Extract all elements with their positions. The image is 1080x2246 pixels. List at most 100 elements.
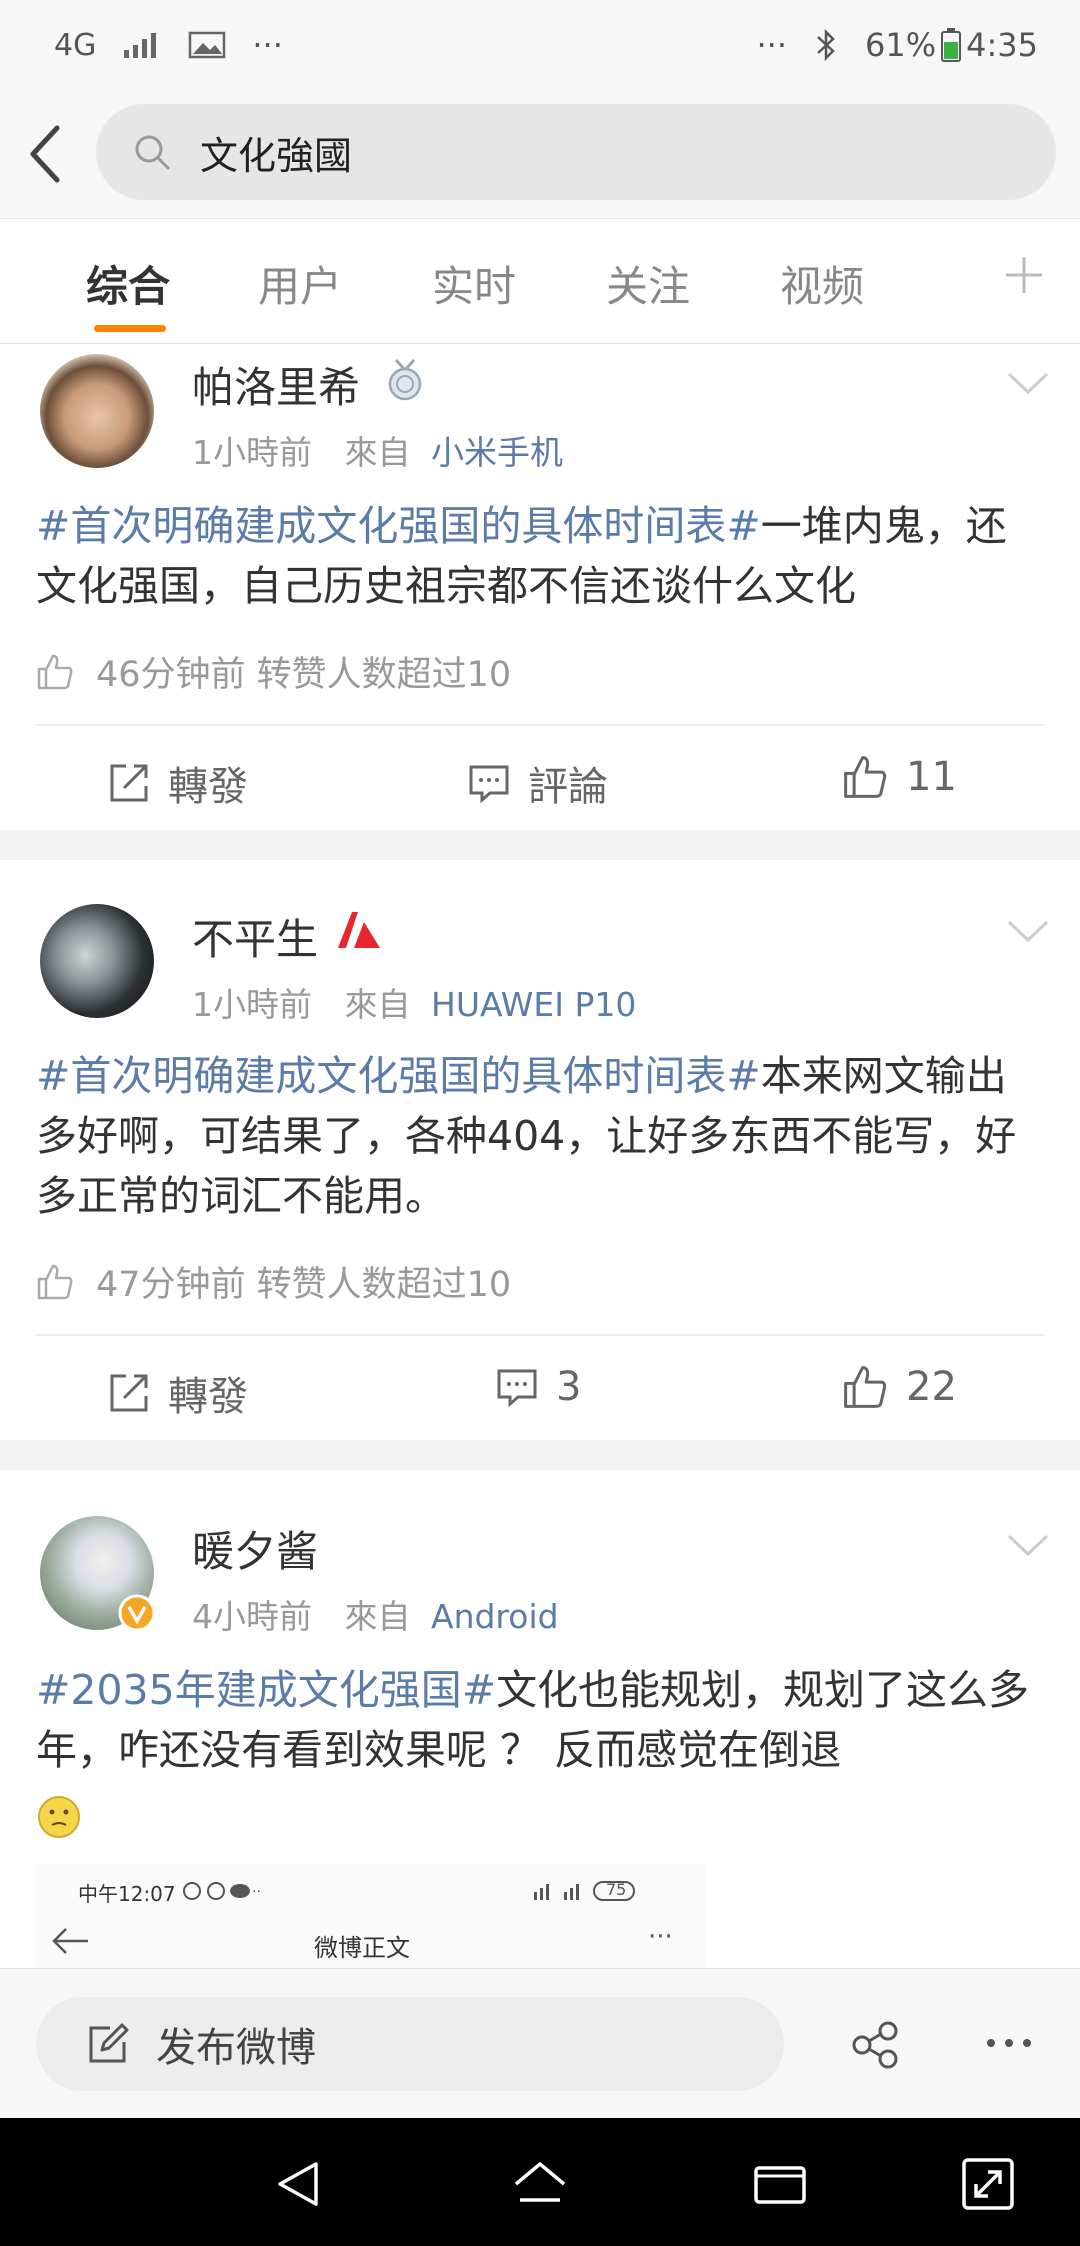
embedded-title: 微博正文 [314,1934,410,1962]
chevron-down-icon[interactable] [1006,918,1050,946]
post-time: 1小時前 [192,985,312,1024]
post-meta: 1小時前 來自 小米手机 [192,426,563,474]
battery-percent: 61% [865,26,937,64]
embedded-time: 中午12:07 [78,1882,176,1906]
post-time: 1小時前 [192,433,312,472]
bottom-toolbar: 发布微博 [0,1968,1080,2118]
divider [36,724,1044,726]
like-count: 22 [906,1364,957,1410]
embedded-more-icon: ··· [648,1922,673,1952]
card-gap [0,1440,1080,1470]
active-tab-indicator [94,325,166,332]
status-more: ··· [252,26,283,64]
back-arrow-icon [30,125,60,183]
username[interactable]: 帕洛里希 [192,354,360,415]
comment-label: 評論 [528,764,608,810]
liked-info: 47分钟前 转赞人数超过10 [36,1256,511,1307]
signal-icon [124,33,157,58]
verified-v-icon [338,912,380,948]
tab-all[interactable]: 综合 [86,253,170,314]
bluetooth-icon [817,28,835,62]
compose-button[interactable]: 发布微博 [36,1997,784,2091]
svg-text:···: ··· [252,1884,262,1900]
tab-bar: 综合 用户 实时 关注 视频 [0,218,1080,344]
back-button[interactable] [0,90,90,218]
avatar[interactable] [40,354,154,468]
embedded-back-arrow-icon [52,1928,88,1954]
liked-info-text: 47分钟前 转赞人数超过10 [96,1265,512,1305]
status-more-right: ··· [756,26,788,64]
post-source[interactable]: Android [431,1597,559,1636]
clock: 4:35 [966,26,1038,64]
embedded-battery: 75 [606,1880,627,1899]
comment-button[interactable]: 評論 [468,754,608,812]
tab-video[interactable]: 视频 [780,253,864,314]
like-icon [844,756,887,798]
from-label: 來自 [344,985,411,1024]
medal-badge-icon [388,358,422,401]
compose-label: 发布微博 [156,2025,316,2071]
network-indicator: 4G [54,27,97,63]
username[interactable]: 暖夕酱 [192,1518,318,1579]
post-meta: 4小時前 來自 Android [192,1590,559,1638]
tab-users[interactable]: 用户 [258,253,342,314]
divider [36,1334,1044,1336]
search-input[interactable]: 文化強國 [96,104,1056,200]
tab-following[interactable]: 关注 [606,253,690,314]
like-button[interactable]: 11 [842,754,957,800]
hashtag-link[interactable]: #首次明确建成文化强国的具体时间表# [36,502,761,550]
feed-post: 不平生 1小時前 來自 HUAWEI P10 #首次明确建成文化强国的具体时间表… [0,860,1080,1440]
tab-realtime[interactable]: 实时 [432,253,516,314]
like-count: 11 [906,754,957,800]
gallery-icon [189,31,226,59]
repost-icon [110,1374,148,1412]
status-bar: 4G ··· ··· 61% 4:35 [0,0,1080,90]
thinking-emoji-icon [38,1796,80,1838]
nav-back-icon[interactable] [270,2156,326,2212]
post-source[interactable]: HUAWEI P10 [431,985,636,1024]
from-label: 來自 [344,1597,411,1636]
liked-info-text: 46分钟前 转赞人数超过10 [96,655,512,695]
repost-button[interactable]: 轉發 [108,1364,248,1422]
hashtag-link[interactable]: #首次明确建成文化强国的具体时间表# [36,1052,761,1100]
like-button[interactable]: 22 [842,1364,957,1410]
chevron-down-icon[interactable] [1006,370,1050,398]
share-icon[interactable] [850,2019,902,2071]
embedded-image[interactable]: 中午12:07 ··· 75 微博正文 ··· [36,1864,706,1968]
comment-icon [469,765,509,804]
post-source[interactable]: 小米手机 [431,433,563,472]
from-label: 來自 [344,433,411,472]
comment-icon [497,1369,537,1408]
nav-recents-icon[interactable] [752,2156,808,2212]
username[interactable]: 不平生 [192,906,318,967]
liked-info: 46分钟前 转赞人数超过10 [36,646,511,697]
repost-label: 轉發 [168,764,248,810]
comment-button[interactable]: 3 [496,1364,581,1410]
hashtag-link[interactable]: #2035年建成文化强国# [36,1666,496,1714]
like-icon [844,1366,887,1408]
card-gap [0,830,1080,860]
post-text: #2035年建成文化强国#文化也能规划，规划了这么多年，咋还没有看到效果呢 ？ … [36,1660,1046,1780]
system-nav-bar [0,2118,1080,2246]
post-time: 4小時前 [192,1597,312,1636]
embedded-status-icons: ··· [183,1882,262,1900]
verified-badge-icon [118,1594,156,1632]
chevron-down-icon[interactable] [1006,1532,1050,1560]
nav-expand-icon[interactable] [960,2156,1016,2212]
more-options-icon[interactable] [986,2033,1032,2053]
plus-icon[interactable] [1004,255,1044,295]
post-text: #首次明确建成文化强国的具体时间表#本来网文输出多好啊，可结果了，各种404，让… [36,1046,1046,1226]
edit-icon [89,2023,129,2063]
repost-button[interactable]: 轉發 [108,754,248,812]
thumbs-up-icon [37,1264,73,1299]
feed-post: 帕洛里希 1小時前 來自 小米手机 #首次明确建成文化强国的具体时间表#一堆内鬼… [0,344,1080,830]
avatar[interactable] [40,904,154,1018]
repost-label: 轉發 [168,1374,248,1420]
thumbs-up-icon [37,654,73,689]
post-text: #首次明确建成文化强国的具体时间表#一堆内鬼，还文化强国，自己历史祖宗都不信还谈… [36,496,1046,616]
nav-home-icon[interactable] [512,2156,568,2212]
comment-count: 3 [556,1364,582,1410]
search-header: 文化強國 [0,90,1080,218]
repost-icon [110,764,148,802]
search-query: 文化強國 [200,133,353,178]
